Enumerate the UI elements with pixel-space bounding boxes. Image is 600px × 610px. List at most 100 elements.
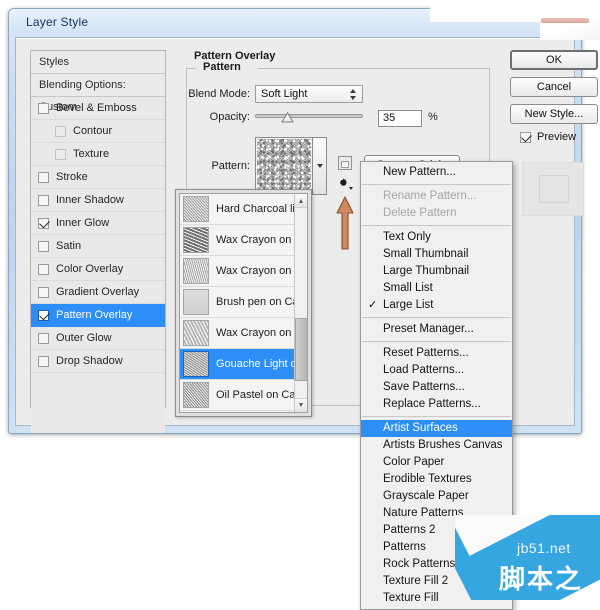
- blend-mode-label: Blend Mode:: [188, 88, 250, 100]
- style-effect-label: Contour: [73, 125, 113, 137]
- preview-checkbox-row[interactable]: Preview: [520, 131, 577, 143]
- opacity-input[interactable]: 35: [378, 110, 422, 127]
- pattern-list-item[interactable]: Brush pen on Canvas: [180, 287, 307, 318]
- context-menu-item-label: Small Thumbnail: [383, 248, 469, 260]
- style-effect-row[interactable]: Pattern Overlay: [31, 304, 165, 327]
- style-preview-thumbnail: [522, 162, 584, 216]
- watermark-site-name: 脚本之家: [499, 565, 584, 595]
- opacity-percent-label: %: [428, 111, 438, 123]
- style-effect-label: Stroke: [56, 171, 88, 183]
- menu-separator: [362, 184, 511, 185]
- context-menu-item[interactable]: Replace Patterns...: [361, 396, 512, 413]
- style-effect-checkbox[interactable]: [55, 148, 66, 160]
- style-preview-inner: [539, 175, 569, 203]
- context-menu-item[interactable]: Large Thumbnail: [361, 263, 512, 280]
- dialog-button-column: OK Cancel New Style... Preview: [510, 50, 598, 216]
- context-menu-item-label: Rename Pattern...: [383, 190, 477, 202]
- scrollbar-thumb[interactable]: [295, 318, 307, 381]
- opacity-slider-track[interactable]: [255, 114, 363, 118]
- context-menu-item[interactable]: Artist Surfaces: [361, 420, 512, 437]
- context-menu-item[interactable]: Preset Manager...: [361, 321, 512, 338]
- context-menu-item[interactable]: Save Patterns...: [361, 379, 512, 396]
- blending-options-row[interactable]: Blending Options: Custom: [31, 74, 165, 113]
- style-effect-checkbox[interactable]: [38, 102, 49, 114]
- style-effect-checkbox[interactable]: [38, 309, 49, 321]
- blend-mode-select[interactable]: Soft Light: [255, 85, 363, 103]
- annotation-arrow-icon: [336, 196, 354, 250]
- style-effect-checkbox[interactable]: [55, 125, 66, 137]
- style-effect-row[interactable]: Inner Glow: [31, 212, 165, 235]
- pattern-list-item[interactable]: Hard Charcoal light: [180, 194, 307, 225]
- preview-label: Preview: [537, 131, 577, 143]
- style-effect-row[interactable]: Color Overlay: [31, 258, 165, 281]
- style-effect-row[interactable]: Contour: [31, 120, 165, 143]
- pattern-list-item[interactable]: Wax Crayon on Sketc: [180, 256, 307, 287]
- style-effect-row[interactable]: Texture: [31, 143, 165, 166]
- context-menu-item[interactable]: Reset Patterns...: [361, 345, 512, 362]
- style-effect-checkbox[interactable]: [38, 240, 49, 252]
- context-menu-item[interactable]: Color Paper: [361, 454, 512, 471]
- style-effect-row[interactable]: Outer Glow: [31, 327, 165, 350]
- new-style-button[interactable]: New Style...: [510, 104, 598, 124]
- pattern-dropdown-arrow[interactable]: [313, 137, 327, 195]
- pattern-thumbnail: [183, 258, 209, 284]
- window-close-button[interactable]: [541, 18, 589, 23]
- context-menu-item-label: Nature Patterns: [383, 507, 464, 519]
- style-effect-checkbox[interactable]: [38, 332, 49, 344]
- style-effect-row[interactable]: Stroke: [31, 166, 165, 189]
- create-new-preset-icon[interactable]: [338, 156, 352, 170]
- pattern-list-item[interactable]: Oil Pastel on Canvas: [180, 380, 307, 411]
- pattern-picker-scrollbar[interactable]: [294, 194, 307, 412]
- ok-button[interactable]: OK: [510, 50, 598, 70]
- cancel-button[interactable]: Cancel: [510, 77, 598, 97]
- style-effect-checkbox[interactable]: [38, 194, 49, 206]
- pattern-thumbnail: [183, 382, 209, 408]
- context-menu-item[interactable]: Grayscale Paper: [361, 488, 512, 505]
- preview-checkbox[interactable]: [520, 131, 531, 143]
- context-menu-item[interactable]: Erodible Textures: [361, 471, 512, 488]
- pattern-thumbnail: [183, 320, 209, 346]
- style-effect-row[interactable]: Gradient Overlay: [31, 281, 165, 304]
- context-menu-item-label: Grayscale Paper: [383, 490, 469, 502]
- styles-list-filler: [31, 373, 165, 433]
- context-menu-item-label: Large Thumbnail: [383, 265, 470, 277]
- context-menu-item: Rename Pattern...: [361, 188, 512, 205]
- opacity-slider-thumb[interactable]: [281, 112, 294, 123]
- context-menu-item[interactable]: Load Patterns...: [361, 362, 512, 379]
- style-effect-row[interactable]: Drop Shadow: [31, 350, 165, 373]
- style-effect-checkbox[interactable]: [38, 263, 49, 275]
- pattern-list-item[interactable]: Wax Crayon on Vellu: [180, 318, 307, 349]
- context-menu-item[interactable]: Small List: [361, 280, 512, 297]
- gear-icon[interactable]: [337, 177, 353, 191]
- context-menu-item[interactable]: Small Thumbnail: [361, 246, 512, 263]
- style-effect-checkbox[interactable]: [38, 171, 49, 183]
- style-effect-checkbox[interactable]: [38, 355, 49, 367]
- style-effect-label: Outer Glow: [56, 332, 112, 344]
- style-effect-label: Color Overlay: [56, 263, 124, 275]
- pattern-swatch-button[interactable]: [255, 137, 313, 195]
- context-menu-item[interactable]: ✓ Large List: [361, 297, 512, 314]
- style-effect-checkbox[interactable]: [38, 286, 49, 298]
- opacity-label: Opacity:: [209, 111, 250, 123]
- context-menu-item[interactable]: Text Only: [361, 229, 512, 246]
- style-effect-row[interactable]: Inner Shadow: [31, 189, 165, 212]
- style-effect-label: Pattern Overlay: [56, 309, 133, 321]
- chevron-updown-icon: [349, 88, 358, 101]
- pattern-list-item[interactable]: Wax Crayon on Charc: [180, 225, 307, 256]
- style-effect-label: Inner Glow: [56, 217, 110, 229]
- context-menu-item[interactable]: Artists Brushes Canvas: [361, 437, 512, 454]
- context-menu-item-label: Rock Patterns: [383, 558, 456, 570]
- style-effect-checkbox[interactable]: [38, 217, 49, 229]
- style-effect-row[interactable]: Satin: [31, 235, 165, 258]
- scroll-up-arrow-icon[interactable]: [295, 194, 307, 208]
- styles-panel: Styles Blending Options: Custom Bevel & …: [30, 50, 166, 433]
- styles-panel-header: Styles: [31, 51, 165, 74]
- menu-separator: [362, 341, 511, 342]
- pattern-list-item[interactable]: Gouache Light on Wa: [180, 349, 307, 380]
- context-menu-item[interactable]: New Pattern...: [361, 164, 512, 181]
- scroll-down-arrow-icon[interactable]: [295, 398, 307, 412]
- pattern-label: Pattern:: [211, 160, 250, 172]
- pattern-thumbnail: [183, 289, 209, 315]
- context-menu-item: Delete Pattern: [361, 205, 512, 222]
- context-menu-item-label: Load Patterns...: [383, 364, 465, 376]
